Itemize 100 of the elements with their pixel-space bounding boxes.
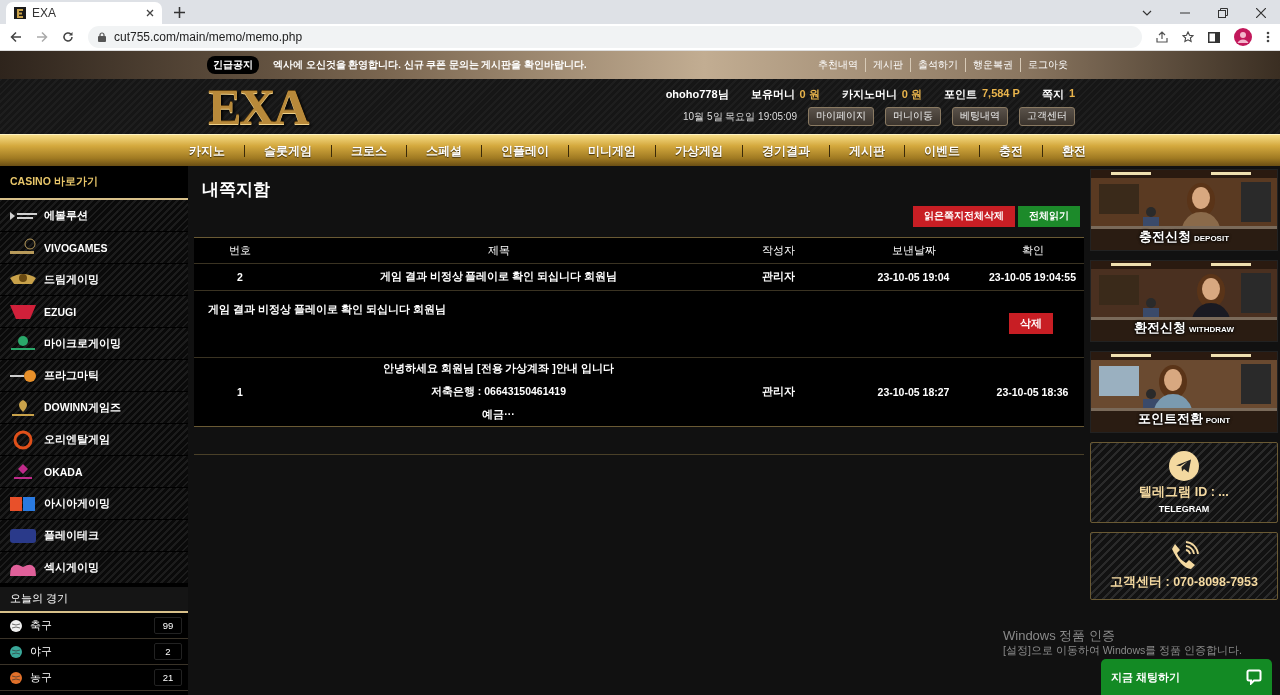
avatar-icon[interactable] (1234, 28, 1252, 46)
sport-name[interactable]: 농구 (30, 670, 52, 685)
telegram-subtitle: TELEGRAM (1158, 504, 1210, 514)
top-link[interactable]: 로그아웃 (1020, 58, 1075, 72)
count-badge: 21 (154, 669, 182, 686)
support-card[interactable]: 고객센터 : 070-8098-7953 (1090, 532, 1278, 600)
phone-icon (1169, 541, 1199, 571)
table-cell-text: 2 (236, 271, 244, 283)
header-button[interactable]: 머니이동 (885, 107, 941, 126)
star-icon[interactable] (1182, 31, 1194, 43)
activation-text: [설정]으로 이동하여 Windows를 정품 인증합니다. (1003, 643, 1242, 656)
menu-icon[interactable] (1266, 31, 1270, 43)
support-phone: 고객센터 : 070-8098-7953 (1110, 574, 1258, 591)
delete-all-button[interactable]: 읽은쪽지전체삭제 (913, 206, 1015, 227)
casino-link[interactable]: EZUGI (0, 296, 188, 328)
casino-name: 프라그마틱 (44, 368, 99, 383)
balance-value: 0 원 (799, 87, 820, 102)
close-icon[interactable] (146, 9, 154, 17)
casino-link[interactable]: 에볼루션 (0, 200, 188, 232)
casino-name: 아시아게이밍 (44, 496, 110, 511)
table-cell-text: 23-10-05 18:27 (876, 386, 951, 398)
reload-icon[interactable] (62, 31, 74, 43)
column-header: 제목 (486, 243, 511, 258)
telegram-icon (1169, 451, 1199, 481)
notice-badge: 긴급공지 (207, 56, 259, 74)
casino-name: EZUGI (44, 305, 77, 318)
message-body: 게임 결과 비정상 플레이로 확인 되십니다 회원님 (208, 303, 447, 317)
banner-card[interactable]: 포인트전환 POINT (1090, 351, 1278, 433)
banner-card[interactable]: 환전신청 WITHDRAW (1090, 260, 1278, 342)
casino-link[interactable]: VIVOGAMES (0, 232, 188, 264)
column-header: 확인 (1020, 243, 1045, 258)
message-title: 예금··· (481, 408, 516, 422)
delete-button[interactable]: 삭제 (1009, 313, 1053, 334)
column-header: 번호 (228, 243, 252, 258)
casino-link[interactable]: 마이크로게이밍 (0, 328, 188, 360)
read-all-button[interactable]: 전체읽기 (1018, 206, 1080, 227)
banner-subtitle: DEPOSIT (1193, 234, 1230, 243)
balance-label: 보유머니 (750, 87, 795, 102)
balance-label: 쪽지 (1041, 87, 1064, 102)
username: ohoho778님 (665, 87, 729, 102)
banner-card[interactable]: 충전신청 DEPOSIT (1090, 169, 1278, 251)
section-title: 오늘의 경기 (0, 587, 188, 613)
casino-name: 에볼루션 (44, 208, 88, 223)
sport-name[interactable]: 야구 (30, 644, 52, 659)
close-icon[interactable] (1256, 8, 1266, 18)
casino-name: 마이크로게이밍 (44, 336, 121, 351)
banner-title: 충전신청 (1138, 228, 1191, 246)
header-button[interactable]: 마이페이지 (808, 107, 874, 126)
logo-icon (14, 7, 26, 19)
chevron-down-icon[interactable] (1142, 10, 1152, 16)
site-logo[interactable]: EXA (208, 81, 308, 132)
telegram-card[interactable]: 텔레그램 ID : ... TELEGRAM (1090, 442, 1278, 523)
casino-link[interactable]: 플레이테크 (0, 520, 188, 552)
activation-title: Windows 정품 인증 (1003, 629, 1116, 644)
casino-link[interactable]: DOWINN게임즈 (0, 392, 188, 424)
balance-value: 1 (1068, 87, 1075, 101)
casino-link[interactable]: 섹시게이밍 (0, 552, 188, 584)
casino-name: VIVOGAMES (44, 241, 108, 254)
column-header: 보낸날짜 (890, 243, 937, 258)
table-cell-text: 관리자 (761, 270, 796, 284)
page-title: 내쪽지함 (201, 179, 271, 201)
top-link[interactable]: 행운복권 (965, 58, 1020, 72)
casino-link[interactable]: 오리엔탈게임 (0, 424, 188, 456)
casino-link[interactable]: OKADA (0, 456, 188, 488)
share-icon[interactable] (1156, 31, 1168, 43)
message-title: 게임 결과 비정상 플레이로 확인 되십니다 회원님 (378, 270, 619, 284)
table-cell-text: 관리자 (761, 385, 796, 399)
back-icon[interactable] (10, 31, 22, 43)
sidebar-icon[interactable] (1208, 31, 1220, 43)
sport-name[interactable]: 축구 (30, 618, 52, 633)
table-cell-text: 23-10-05 18:36 (995, 386, 1070, 398)
datetime: 10월 5일 목요일 19:05:09 (683, 109, 797, 124)
chat-button[interactable]: 지금 채팅하기 (1101, 659, 1272, 695)
casino-name: DOWINN게임즈 (44, 400, 121, 415)
header-button[interactable]: 고객센터 (1019, 107, 1075, 126)
telegram-label: 텔레그램 ID : ... (1139, 484, 1229, 501)
banner-subtitle: WITHDRAW (1189, 325, 1234, 334)
banner-title: 포인트전환 (1137, 410, 1203, 428)
lock-icon (98, 32, 106, 42)
casino-link[interactable]: 프라그마틱 (0, 360, 188, 392)
casino-link[interactable]: 아시아게이밍 (0, 488, 188, 520)
count-badge: 2 (154, 643, 182, 660)
casino-name: 섹시게이밍 (44, 560, 99, 575)
balance-label: 카지노머니 (841, 87, 897, 102)
chat-icon (1246, 669, 1262, 685)
count-badge: 99 (154, 617, 182, 634)
header-button[interactable]: 베팅내역 (952, 107, 1008, 126)
message-title: 저축은행 : 06643150461419 (429, 385, 568, 399)
balance-value: 7,584 P (981, 87, 1020, 101)
browser-tab[interactable]: EXA (6, 2, 162, 24)
casino-name: 오리엔탈게임 (44, 432, 110, 447)
table-cell-text: 1 (236, 386, 244, 398)
casino-link[interactable]: 드림게이밍 (0, 264, 188, 296)
plus-icon[interactable] (174, 7, 185, 18)
address-field[interactable]: cut755.com/main/memo/memo.php (88, 26, 1142, 48)
casino-name: 플레이테크 (44, 528, 99, 543)
casino-name: 드림게이밍 (44, 272, 99, 287)
restore-icon[interactable] (1218, 8, 1228, 18)
message-row[interactable]: 1 안녕하세요 회원님 [전용 가상계좌 ]안내 입니다 저축은행 : 06643150461419 예금··· 관리자 23-10-05 18:27 23-10-05 18:36 (194, 358, 1084, 426)
column-header: 작성자 (761, 243, 796, 258)
